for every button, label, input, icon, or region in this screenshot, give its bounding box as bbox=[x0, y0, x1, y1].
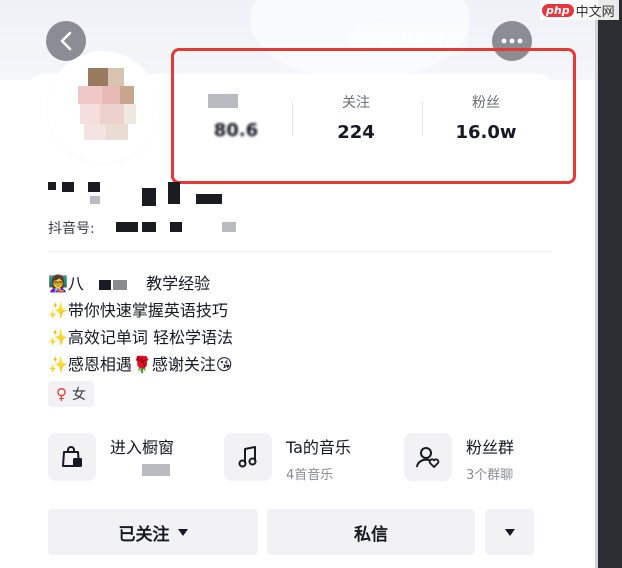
find-update-label: 找更新 bbox=[401, 32, 443, 48]
rose-icon: 🌹 bbox=[131, 355, 152, 374]
section-divider bbox=[48, 251, 552, 252]
censor-block bbox=[142, 464, 170, 476]
back-button[interactable] bbox=[46, 21, 86, 61]
fan-group-icon bbox=[404, 433, 452, 481]
highlight-annotation bbox=[171, 48, 576, 184]
watermark: php 中文网 bbox=[540, 0, 619, 20]
refresh-icon bbox=[379, 32, 393, 46]
caret-down-icon bbox=[504, 528, 515, 536]
sparkle-icon: ✨ bbox=[48, 328, 68, 347]
bio-line-1: 👩‍🏫八 教学经验 bbox=[48, 274, 211, 293]
followed-label: 已关注 bbox=[118, 524, 170, 545]
action-bar: 已关注 私信 bbox=[48, 509, 534, 555]
female-icon: ♀ bbox=[56, 385, 67, 403]
feature-row: 进入橱窗 Ta的音乐 4首音乐 粉丝群 3个群聊 bbox=[48, 428, 552, 488]
message-button[interactable]: 私信 bbox=[267, 509, 475, 555]
feature-fan-group-title: 粉丝群 bbox=[466, 438, 515, 457]
sparkle-icon: ✨ bbox=[48, 301, 68, 320]
music-note-icon bbox=[224, 433, 272, 481]
caret-down-icon bbox=[177, 528, 188, 536]
sparkle-icon: ✨ bbox=[48, 355, 68, 374]
message-label: 私信 bbox=[354, 524, 388, 545]
watermark-text: 中文网 bbox=[575, 4, 615, 20]
window-edge bbox=[595, 0, 622, 568]
kiss-emoji-icon: 😘 bbox=[215, 355, 233, 374]
feature-fan-group-subtitle: 3个群聊 bbox=[466, 468, 514, 483]
bio: 👩‍🏫八 教学经验 ✨带你快速掌握英语技巧 ✨高效记单词 轻松学语法 ✨感恩相遇… bbox=[48, 270, 233, 378]
feature-music-subtitle: 4首音乐 bbox=[286, 468, 334, 483]
feature-music[interactable]: Ta的音乐 4首音乐 bbox=[224, 428, 384, 488]
chevron-left-icon bbox=[60, 31, 72, 51]
bio-line-2: ✨带你快速掌握英语技巧 bbox=[48, 301, 228, 320]
bio-line-3: ✨高效记单词 轻松学语法 bbox=[48, 328, 234, 347]
watermark-badge: php bbox=[542, 3, 574, 17]
shopping-bag-icon bbox=[48, 433, 96, 481]
avatar[interactable] bbox=[50, 54, 156, 160]
douyin-id-label: 抖音号: bbox=[48, 221, 95, 237]
teacher-emoji-icon: 👩‍🏫 bbox=[48, 274, 68, 293]
gender-tag: ♀ 女 bbox=[48, 381, 94, 407]
more-dots-icon bbox=[501, 38, 523, 44]
followed-button[interactable]: 已关注 bbox=[48, 509, 258, 555]
feature-fan-group[interactable]: 粉丝群 3个群聊 bbox=[404, 428, 554, 488]
bio-line-4: ✨感恩相遇🌹感谢关注😘 bbox=[48, 355, 233, 374]
gender-label: 女 bbox=[72, 387, 86, 403]
feature-shop-window[interactable]: 进入橱窗 bbox=[48, 428, 208, 488]
more-actions-button[interactable] bbox=[485, 509, 534, 555]
feature-shop-window-title: 进入橱窗 bbox=[110, 438, 175, 457]
feature-music-title: Ta的音乐 bbox=[286, 438, 351, 457]
